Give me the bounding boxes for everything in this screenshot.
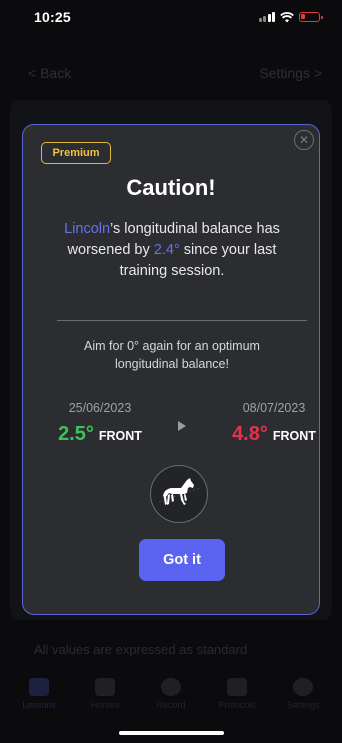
tab-label: Protocols (218, 700, 256, 710)
after-value-row: 4.8° FRONT (219, 423, 329, 446)
tab-horses[interactable]: Horses (74, 678, 136, 710)
modal-title: Caution! (126, 175, 216, 200)
tab-label: Record (156, 700, 186, 710)
tab-label: Horses (90, 700, 120, 710)
tab-record[interactable]: Record (140, 678, 202, 710)
tab-lessons[interactable]: Lessons (8, 678, 70, 710)
horse-tab-icon (95, 678, 115, 696)
record-icon (161, 678, 181, 696)
protocols-icon (227, 678, 247, 696)
status-bar: 10:25 (0, 0, 342, 34)
close-icon[interactable]: ✕ (294, 130, 314, 150)
delta-value: 2.4° (153, 242, 180, 258)
before-value: 2.5° (58, 423, 94, 445)
premium-badge: Premium (41, 142, 111, 164)
status-time: 10:25 (34, 9, 71, 25)
caution-modal: ✕ Premium Caution! Lincoln’s longitudina… (22, 124, 320, 615)
list-icon (29, 678, 49, 696)
nav-bar: < Back Settings > (0, 56, 342, 90)
after-value: 4.8° (232, 423, 268, 445)
horse-balance-indicator (150, 465, 208, 523)
tab-label: Settings (286, 700, 320, 710)
got-it-button[interactable]: Got it (139, 539, 225, 581)
battery-icon (299, 12, 323, 22)
play-arrow-icon (178, 421, 186, 431)
divider (57, 320, 307, 321)
before-measurement: 25/06/2023 2.5° FRONT (45, 401, 155, 446)
tab-protocols[interactable]: Protocols (206, 678, 268, 710)
before-value-row: 2.5° FRONT (45, 423, 155, 446)
gear-icon (293, 678, 313, 696)
settings-button[interactable]: Settings > (259, 65, 322, 81)
before-direction: FRONT (98, 429, 142, 443)
wifi-icon (280, 11, 294, 22)
horse-icon (158, 478, 200, 505)
background-footnote: All values are expressed as standard (34, 642, 248, 657)
after-measurement: 08/07/2023 4.8° FRONT (219, 401, 329, 446)
after-direction: FRONT (272, 429, 316, 443)
signal-icon (258, 12, 275, 22)
horse-name-link[interactable]: Lincoln (64, 221, 110, 237)
after-date: 08/07/2023 (242, 401, 306, 415)
screen: 10:25 < Back Settings > All values are e… (0, 0, 342, 743)
tab-label: Lessons (22, 700, 56, 710)
home-indicator[interactable] (119, 731, 224, 735)
before-date: 25/06/2023 (68, 401, 132, 415)
tab-settings[interactable]: Settings (272, 678, 334, 710)
back-button[interactable]: < Back (28, 65, 71, 81)
status-icons (258, 11, 323, 23)
tab-bar: Lessons Horses Record Protocols Settings (0, 666, 342, 722)
caution-message: Lincoln’s longitudinal balance has worse… (43, 219, 301, 282)
aim-text: Aim for 0° again for an optimum longitud… (84, 339, 260, 371)
